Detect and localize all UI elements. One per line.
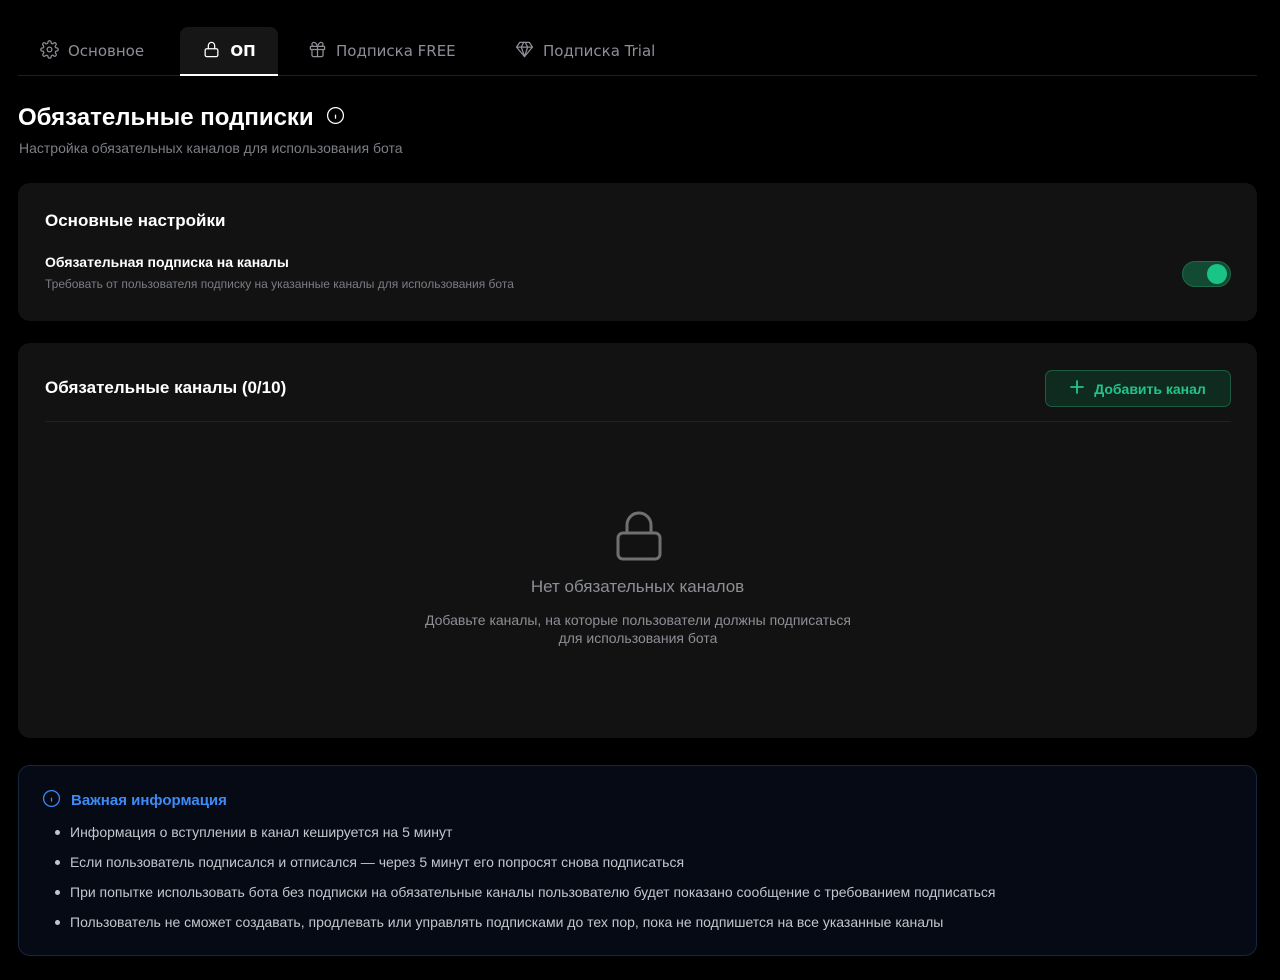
tab-label: Подписка Trial (543, 42, 656, 60)
tab-subscription-trial[interactable]: Подписка Trial (515, 27, 655, 75)
toggle-description: Требовать от пользователя подписку на ук… (45, 277, 514, 291)
page-title: Обязательные подписки (18, 104, 345, 132)
list-item: Если пользователь подписался и отписался… (53, 852, 995, 882)
info-icon (42, 789, 61, 812)
tab-label: Основное (68, 42, 145, 60)
tab-op[interactable]: ОП (180, 27, 278, 76)
list-item: При попытке использовать бота без подпис… (53, 882, 995, 912)
tab-bar: Основное ОП Подписка FREE Подписка Trial (18, 26, 1257, 76)
toggle-label: Обязательная подписка на каналы (45, 254, 289, 270)
plus-icon (1070, 380, 1085, 397)
info-heading: Важная информация (42, 789, 227, 812)
diamond-icon (515, 40, 534, 63)
lock-icon (202, 40, 221, 63)
mandatory-subscription-toggle[interactable] (1182, 261, 1231, 287)
tab-label: ОП (230, 42, 256, 60)
tab-subscription-free[interactable]: Подписка FREE (308, 27, 456, 75)
divider (45, 421, 1231, 422)
page-subtitle: Настройка обязательных каналов для испол… (19, 140, 403, 156)
empty-state-description: Добавьте каналы, на которые пользователи… (424, 612, 851, 646)
info-heading-text: Важная информация (71, 792, 227, 809)
gift-icon (308, 40, 327, 63)
toggle-knob (1207, 264, 1227, 284)
gear-icon (40, 39, 59, 63)
add-channel-label: Добавить канал (1094, 380, 1206, 397)
settings-heading: Основные настройки (45, 211, 226, 230)
list-item: Пользователь не сможет создавать, продле… (53, 912, 995, 942)
info-icon[interactable] (326, 104, 345, 132)
channels-card: Обязательные каналы (0/10) Добавить кана… (18, 343, 1257, 738)
add-channel-button[interactable]: Добавить канал (1045, 370, 1231, 407)
info-list: Информация о вступлении в канал кеширует… (53, 822, 995, 942)
tab-general[interactable]: Основное (40, 27, 144, 75)
tab-label: Подписка FREE (336, 42, 456, 60)
channels-heading: Обязательные каналы (0/10) (45, 378, 287, 397)
lock-icon (614, 511, 664, 563)
list-item: Информация о вступлении в канал кеширует… (53, 822, 995, 852)
page-title-text: Обязательные подписки (18, 104, 314, 131)
important-info-box: Важная информация Информация о вступлени… (18, 765, 1257, 956)
empty-state-title: Нет обязательных каналов (530, 577, 745, 596)
settings-card: Основные настройки Обязательная подписка… (18, 183, 1257, 321)
